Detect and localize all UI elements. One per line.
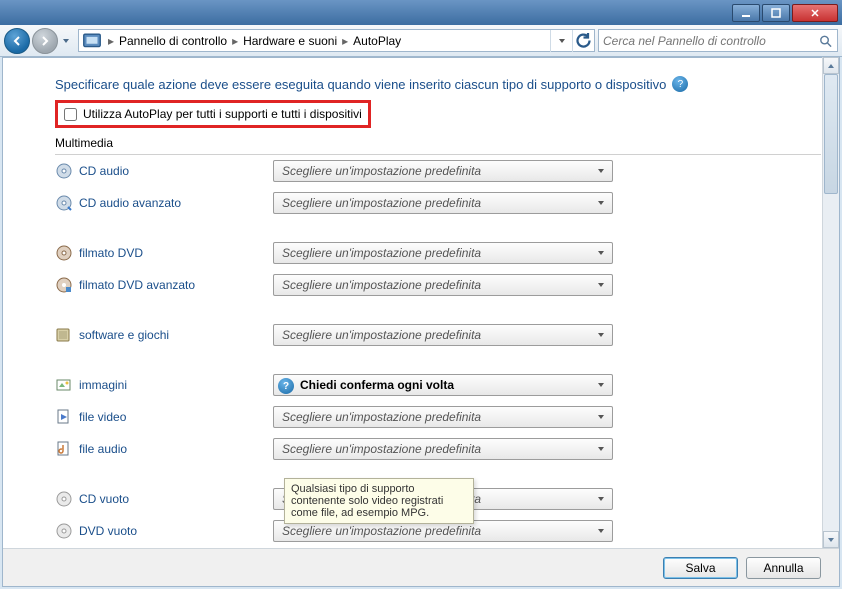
media-label: DVD vuoto — [79, 524, 273, 538]
dropdown-file-video[interactable]: Scegliere un'impostazione predefinita — [273, 406, 613, 428]
maximize-button[interactable] — [762, 4, 790, 22]
footer: Salva Annulla — [3, 548, 839, 586]
nav-history-dropdown[interactable] — [60, 32, 72, 50]
media-label: CD vuoto — [79, 492, 273, 506]
media-label: file video — [79, 410, 273, 424]
titlebar — [0, 0, 842, 25]
scroll-up-button[interactable] — [823, 57, 839, 74]
media-label: CD audio — [79, 164, 273, 178]
page-heading: Specificare quale azione deve essere ese… — [55, 76, 821, 92]
dvd-blank-icon — [55, 522, 73, 540]
minimize-button[interactable] — [732, 4, 760, 22]
media-row: file video Scegliere un'impostazione pre… — [55, 403, 821, 431]
media-row: CD audio avanzato Scegliere un'impostazi… — [55, 189, 821, 217]
dropdown-file-audio[interactable]: Scegliere un'impostazione predefinita — [273, 438, 613, 460]
refresh-button[interactable] — [572, 30, 594, 52]
dropdown-dvd-movie[interactable]: Scegliere un'impostazione predefinita — [273, 242, 613, 264]
search-input[interactable] — [603, 34, 818, 48]
crumb-sep-icon[interactable]: ▸ — [105, 34, 117, 48]
file-audio-icon — [55, 440, 73, 458]
tooltip: Qualsiasi tipo di supporto contenente so… — [284, 478, 474, 524]
media-row: file audio Scegliere un'impostazione pre… — [55, 435, 821, 463]
images-icon — [55, 376, 73, 394]
media-row: CD audio Scegliere un'impostazione prede… — [55, 157, 821, 185]
nav-row: ▸ Pannello di controllo ▸ Hardware e suo… — [0, 25, 842, 57]
forward-button — [32, 28, 58, 54]
close-button[interactable] — [792, 4, 838, 22]
media-label: software e giochi — [79, 328, 273, 342]
crumb-sep-icon[interactable]: ▸ — [339, 34, 351, 48]
dropdown-dvd-movie-adv[interactable]: Scegliere un'impostazione predefinita — [273, 274, 613, 296]
back-button[interactable] — [4, 28, 30, 54]
address-dropdown-button[interactable] — [550, 30, 572, 52]
dvd-movie-adv-icon — [55, 276, 73, 294]
section-label: Multimedia — [55, 136, 821, 150]
save-button[interactable]: Salva — [663, 557, 738, 579]
media-label: immagini — [79, 378, 273, 392]
breadcrumb-item[interactable]: Pannello di controllo — [117, 34, 229, 48]
address-bar[interactable]: ▸ Pannello di controllo ▸ Hardware e suo… — [78, 29, 595, 52]
control-panel-icon — [81, 30, 103, 52]
crumb-sep-icon[interactable]: ▸ — [229, 34, 241, 48]
media-label: CD audio avanzato — [79, 196, 273, 210]
dropdown-software[interactable]: Scegliere un'impostazione predefinita — [273, 324, 613, 346]
breadcrumb-item[interactable]: Hardware e suoni — [241, 34, 339, 48]
dropdown-images[interactable]: ?Chiedi conferma ogni volta — [273, 374, 613, 396]
search-icon — [818, 33, 833, 49]
dropdown-cd-audio-adv[interactable]: Scegliere un'impostazione predefinita — [273, 192, 613, 214]
checkbox-label: Utilizza AutoPlay per tutti i supporti e… — [83, 107, 362, 121]
media-label: file audio — [79, 442, 273, 456]
file-video-icon — [55, 408, 73, 426]
cancel-button[interactable]: Annulla — [746, 557, 821, 579]
media-row: software e giochi Scegliere un'impostazi… — [55, 321, 821, 349]
vertical-scrollbar[interactable] — [822, 57, 839, 548]
media-row: filmato DVD avanzato Scegliere un'impost… — [55, 271, 821, 299]
cd-audio-adv-icon — [55, 194, 73, 212]
media-row: immagini ?Chiedi conferma ogni volta — [55, 371, 821, 399]
media-label: filmato DVD avanzato — [79, 278, 273, 292]
scroll-down-button[interactable] — [823, 531, 839, 548]
dropdown-cd-audio[interactable]: Scegliere un'impostazione predefinita — [273, 160, 613, 182]
cd-audio-icon — [55, 162, 73, 180]
help-icon[interactable]: ? — [672, 76, 688, 92]
cd-blank-icon — [55, 490, 73, 508]
highlighted-checkbox-area: Utilizza AutoPlay per tutti i supporti e… — [55, 100, 371, 128]
breadcrumb-item[interactable]: AutoPlay — [351, 34, 403, 48]
software-games-icon — [55, 326, 73, 344]
scrollbar-thumb[interactable] — [824, 74, 838, 194]
dvd-movie-icon — [55, 244, 73, 262]
autoplay-all-checkbox[interactable] — [64, 108, 77, 121]
search-box[interactable] — [598, 29, 838, 52]
ask-icon: ? — [278, 378, 294, 394]
media-row: filmato DVD Scegliere un'impostazione pr… — [55, 239, 821, 267]
content-area: Specificare quale azione deve essere ese… — [3, 58, 839, 548]
media-label: filmato DVD — [79, 246, 273, 260]
